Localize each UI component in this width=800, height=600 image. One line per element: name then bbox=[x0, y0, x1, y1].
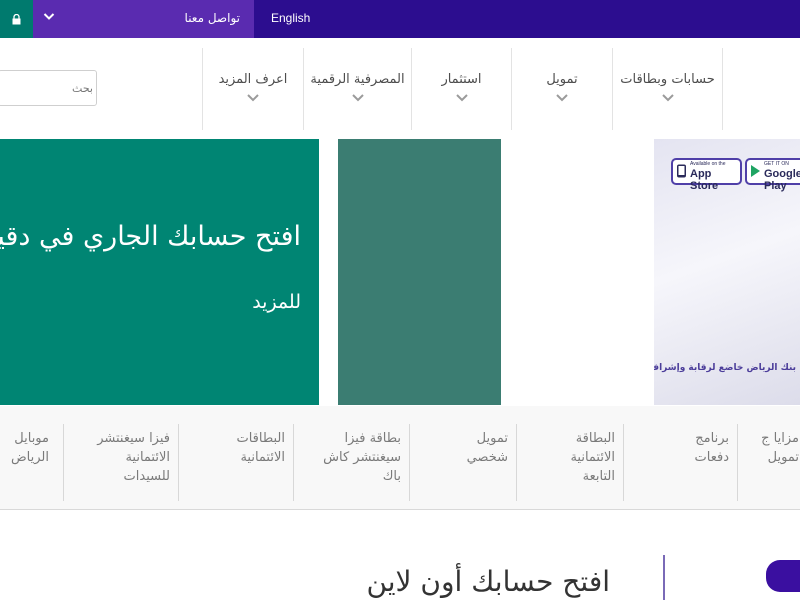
product-label: فيزا سيغنتشر الائتمانية للسيدات bbox=[97, 431, 170, 484]
contact-us-label: تواصل معنا bbox=[184, 11, 240, 25]
nav-item-accounts-cards[interactable]: حسابات وبطاقات bbox=[612, 48, 723, 130]
nav-item-investment[interactable]: استثمار bbox=[411, 48, 511, 130]
nav-label: المصرفية الرقمية bbox=[310, 72, 405, 87]
app-store-button[interactable]: Available on the App Store bbox=[671, 158, 742, 192]
section-divider bbox=[663, 555, 665, 600]
regulatory-notice: بنك الرياض خاضع لرقابة وإشراف مؤسسة النق… bbox=[654, 363, 796, 373]
product-label: بطاقة فيزا سيغنتشر كاش باك bbox=[323, 431, 401, 484]
nav-item-digital-banking[interactable]: المصرفية الرقمية bbox=[303, 48, 411, 130]
top-bar: تواصل معنا English bbox=[0, 0, 800, 38]
section-action-button[interactable] bbox=[766, 560, 800, 592]
apple-icon bbox=[677, 164, 686, 178]
nav-label: اعرف المزيد bbox=[218, 72, 288, 87]
chevron-down-icon bbox=[455, 94, 468, 102]
nav-label: استثمار bbox=[441, 72, 482, 87]
product-label: تمويل شخصي bbox=[466, 431, 508, 465]
product-link[interactable]: برنامج دفعات bbox=[623, 424, 737, 501]
secure-login-button[interactable] bbox=[0, 0, 33, 38]
google-play-label: Google Play bbox=[764, 168, 800, 192]
hero-title: افتح حسابك الجاري في دقيقة bbox=[0, 221, 301, 252]
nav-label: تمويل bbox=[546, 72, 578, 87]
hero-banner-current-account[interactable]: افتح حسابك الجاري في دقيقة للمزيد bbox=[0, 139, 319, 405]
google-play-button[interactable]: GET IT ON Google Play bbox=[745, 158, 800, 192]
play-icon bbox=[751, 165, 760, 177]
product-link[interactable]: مزايا ج تمويل bbox=[737, 424, 800, 501]
hero-slide-panel bbox=[338, 139, 501, 405]
section-title: افتح حسابك أون لاين bbox=[366, 565, 610, 598]
google-play-small-text: GET IT ON bbox=[764, 161, 789, 167]
product-link[interactable]: تمويل شخصي bbox=[409, 424, 516, 501]
chevron-down-icon bbox=[556, 94, 568, 102]
product-link[interactable]: البطاقات الائتمانية bbox=[178, 424, 293, 501]
product-label: موبايل الرياض bbox=[10, 431, 49, 465]
product-label: البطاقة الائتمانية التابعة bbox=[570, 431, 615, 484]
product-link[interactable]: بطاقة فيزا سيغنتشر كاش باك bbox=[293, 424, 409, 501]
app-store-small-text: Available on the bbox=[690, 161, 726, 167]
product-label: برنامج دفعات bbox=[694, 431, 729, 465]
nav-item-financing[interactable]: تمويل bbox=[511, 48, 612, 130]
product-link[interactable]: موبايل الرياض bbox=[0, 424, 63, 501]
product-strip: مزايا ج تمويل برنامج دفعات البطاقة الائت… bbox=[0, 406, 800, 510]
product-label: البطاقات الائتمانية bbox=[236, 431, 285, 465]
hero-more-link[interactable]: للمزيد bbox=[252, 291, 301, 313]
product-link[interactable]: فيزا سيغنتشر الائتمانية للسيدات bbox=[63, 424, 178, 501]
hero-app-promo: Available on the App Store GET IT ON Goo… bbox=[654, 139, 800, 405]
chevron-down-icon bbox=[661, 94, 674, 102]
product-label: مزايا ج تمويل bbox=[761, 431, 799, 465]
app-store-label: App Store bbox=[690, 168, 719, 192]
product-link[interactable]: البطاقة الائتمانية التابعة bbox=[516, 424, 623, 501]
chevron-down-icon bbox=[351, 94, 364, 102]
contact-us-menu[interactable]: تواصل معنا bbox=[33, 0, 254, 38]
search-box[interactable] bbox=[0, 70, 97, 106]
language-switch-link[interactable]: English bbox=[271, 11, 310, 25]
lock-icon bbox=[12, 13, 21, 24]
chevron-down-icon bbox=[247, 94, 259, 102]
nav-label: حسابات وبطاقات bbox=[620, 72, 715, 87]
search-input[interactable] bbox=[3, 71, 95, 105]
nav-item-learn-more[interactable]: اعرف المزيد bbox=[202, 48, 303, 130]
chevron-down-icon bbox=[43, 13, 55, 20]
